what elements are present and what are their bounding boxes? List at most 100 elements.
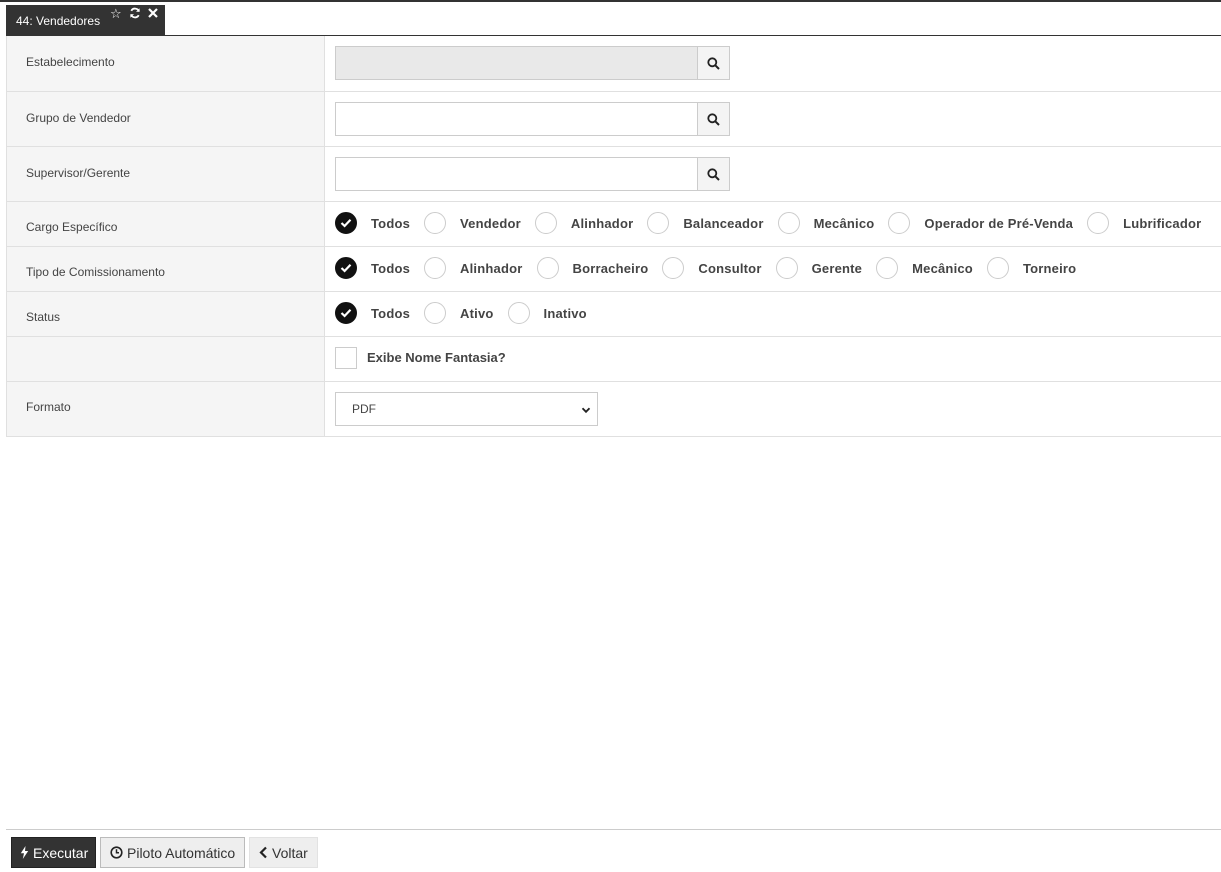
grupo-vendedor-search-button[interactable] (697, 102, 730, 136)
field-cell (325, 92, 1221, 146)
comissionamento-option-label: Gerente (811, 260, 863, 276)
radio-checked-icon[interactable] (335, 212, 357, 234)
bolt-icon (20, 846, 29, 859)
search-icon (707, 56, 720, 70)
label-cell: Status (7, 292, 325, 336)
field-cell: Todos Alinhador Borracheiro Consultor Gerent… (325, 247, 1221, 291)
cargo-option-label: Operador de Pré-Venda (924, 215, 1074, 231)
comissionamento-option-label: Borracheiro (572, 260, 649, 276)
refresh-icon[interactable] (129, 7, 141, 21)
cargo-option-label: Alinhador (570, 215, 634, 231)
radio-icon[interactable] (876, 257, 899, 279)
cargo-option[interactable]: Todos (335, 212, 424, 234)
estabelecimento-label: Estabelecimento (26, 55, 115, 69)
voltar-label: Voltar (272, 844, 308, 861)
radio-icon[interactable] (777, 212, 800, 234)
status-option[interactable]: Inativo (507, 302, 601, 324)
radio-icon[interactable] (507, 302, 530, 324)
radio-icon[interactable] (424, 212, 447, 234)
voltar-button[interactable]: Voltar (249, 837, 318, 868)
radio-icon[interactable] (424, 302, 447, 324)
row-status: Status Todos Ativo Inativo (7, 292, 1221, 337)
radio-icon[interactable] (986, 257, 1009, 279)
field-cell (325, 36, 1221, 91)
label-cell: Tipo de Comissionamento (7, 247, 325, 291)
comissionamento-radio-group: Todos Alinhador Borracheiro Consultor Gerent… (335, 257, 1090, 279)
cargo-option[interactable]: Operador de Pré-Venda (888, 212, 1087, 234)
status-option-label: Inativo (543, 305, 587, 321)
row-nome-fantasia: Exibe Nome Fantasia? (7, 337, 1221, 382)
clock-icon (110, 846, 123, 859)
estabelecimento-search-button[interactable] (697, 46, 730, 80)
radio-icon[interactable] (662, 257, 685, 279)
cargo-label: Cargo Específico (26, 220, 118, 234)
grupo-vendedor-input[interactable] (335, 102, 697, 136)
estabelecimento-search (335, 46, 730, 80)
formato-selected-value: PDF (352, 402, 376, 416)
field-cell: PDF (325, 382, 1221, 436)
cargo-option-label: Mecânico (813, 215, 875, 231)
status-option-label: Todos (371, 305, 411, 321)
cargo-option-label: Balanceador (683, 215, 764, 231)
chevron-down-icon (581, 404, 591, 418)
star-icon[interactable]: ☆ (110, 7, 122, 20)
radio-icon[interactable] (534, 212, 557, 234)
piloto-label: Piloto Automático (127, 844, 236, 861)
cargo-radio-group: Todos Vendedor Alinhador Balanceador Mecânic… (335, 212, 1215, 234)
comissionamento-option[interactable]: Consultor (662, 257, 775, 279)
comissionamento-option-label: Alinhador (460, 260, 523, 276)
cargo-option[interactable]: Balanceador (647, 212, 777, 234)
tab-title: 44: Vendedores (16, 14, 101, 28)
report-form: Estabelecimento Grupo de Vendedor Superv… (6, 36, 1221, 437)
radio-icon[interactable] (888, 212, 911, 234)
row-supervisor: Supervisor/Gerente (7, 147, 1221, 202)
comissionamento-option-label: Todos (371, 260, 411, 276)
radio-icon[interactable] (424, 257, 447, 279)
field-cell (325, 147, 1221, 201)
field-cell: Exibe Nome Fantasia? (325, 337, 1221, 381)
supervisor-input[interactable] (335, 157, 697, 191)
label-cell: Supervisor/Gerente (7, 147, 325, 201)
comissionamento-option[interactable]: Todos (335, 257, 424, 279)
estabelecimento-input[interactable] (335, 46, 697, 80)
close-icon[interactable] (148, 7, 158, 20)
radio-checked-icon[interactable] (335, 302, 357, 324)
row-estabelecimento: Estabelecimento (7, 36, 1221, 92)
radio-checked-icon[interactable] (335, 257, 357, 279)
radio-icon[interactable] (536, 257, 559, 279)
comissionamento-option-label: Torneiro (1022, 260, 1077, 276)
status-option-label: Ativo (460, 305, 494, 321)
grupo-vendedor-label: Grupo de Vendedor (26, 111, 131, 125)
status-radio-group: Todos Ativo Inativo (335, 302, 601, 324)
nome-fantasia-label: Exibe Nome Fantasia? (367, 350, 506, 365)
field-cell: Todos Ativo Inativo (325, 292, 1221, 336)
comissionamento-option-label: Mecânico (912, 260, 973, 276)
formato-label: Formato (26, 400, 71, 414)
label-cell: Cargo Específico (7, 202, 325, 246)
comissionamento-option[interactable]: Mecânico (876, 257, 987, 279)
cargo-option-label: Vendedor (460, 215, 521, 231)
status-option[interactable]: Ativo (424, 302, 508, 324)
row-grupo-vendedor: Grupo de Vendedor (7, 92, 1221, 147)
supervisor-label: Supervisor/Gerente (26, 166, 131, 180)
radio-icon[interactable] (647, 212, 670, 234)
cargo-option[interactable]: Mecânico (777, 212, 889, 234)
radio-icon[interactable] (1087, 212, 1110, 234)
formato-select[interactable]: PDF (335, 392, 598, 426)
cargo-option-label: Lubrificador (1123, 215, 1202, 231)
row-cargo: Cargo Específico Todos Vendedor Alinhador B… (7, 202, 1221, 247)
status-option[interactable]: Todos (335, 302, 424, 324)
supervisor-search-button[interactable] (697, 157, 730, 191)
cargo-option[interactable]: Vendedor (424, 212, 535, 234)
executar-button[interactable]: Executar (11, 837, 96, 868)
cargo-option[interactable]: Lubrificador (1087, 212, 1215, 234)
tab-vendedores[interactable]: 44: Vendedores ☆ (6, 5, 165, 36)
radio-icon[interactable] (775, 257, 798, 279)
comissionamento-option[interactable]: Borracheiro (536, 257, 663, 279)
nome-fantasia-checkbox[interactable] (335, 347, 357, 369)
piloto-automatico-button[interactable]: Piloto Automático (100, 837, 245, 868)
comissionamento-option[interactable]: Torneiro (986, 257, 1090, 279)
comissionamento-option[interactable]: Gerente (775, 257, 877, 279)
cargo-option[interactable]: Alinhador (534, 212, 647, 234)
comissionamento-option[interactable]: Alinhador (424, 257, 536, 279)
